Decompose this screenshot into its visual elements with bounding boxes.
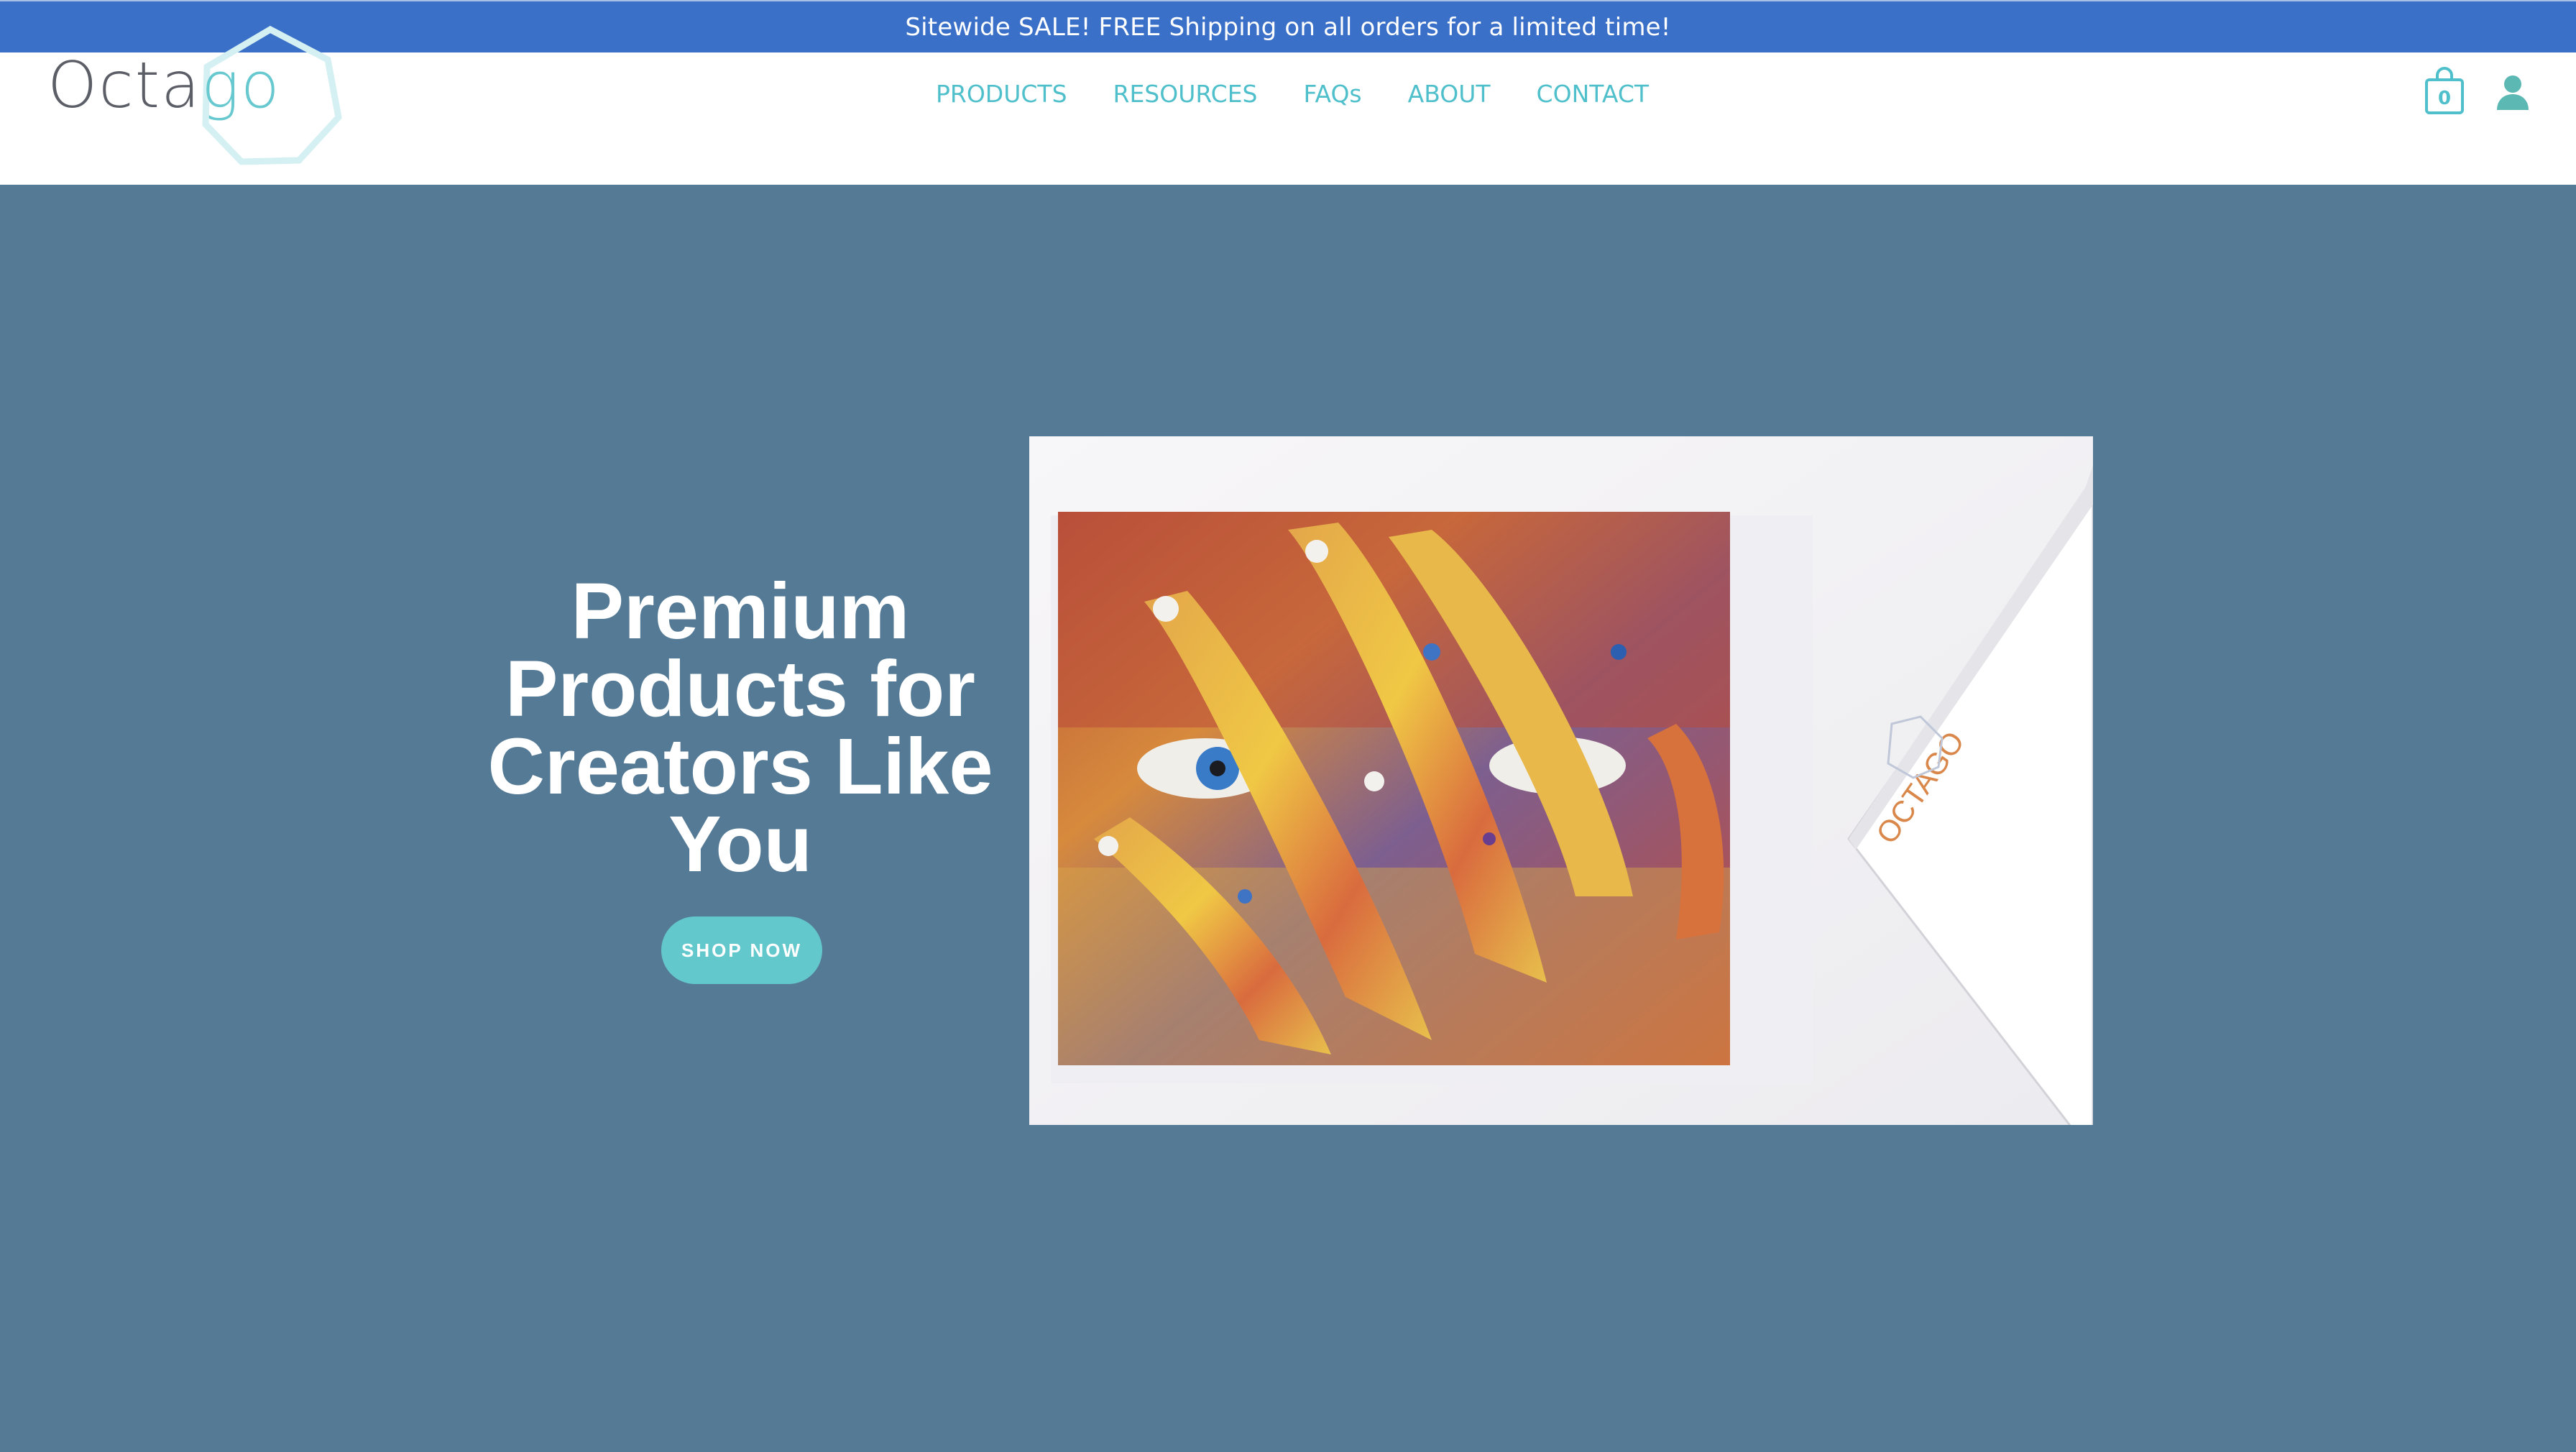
user-icon: [2497, 75, 2529, 110]
hero-section: Premium Products for Creators Like You S…: [0, 185, 2576, 1452]
nav-item-about[interactable]: ABOUT: [1408, 80, 1491, 109]
cart-count: 0: [2437, 88, 2452, 109]
nav-item-faqs[interactable]: FAQs: [1304, 80, 1362, 109]
painted-face-print-image: OCTAGO: [1029, 436, 2093, 1125]
logo-wordmark: Octago: [47, 54, 281, 117]
site-logo[interactable]: Octago: [47, 25, 342, 167]
announcement-bar: Sitewide SALE! FREE Shipping on all orde…: [0, 0, 2576, 52]
nav-item-resources[interactable]: RESOURCES: [1113, 80, 1258, 109]
logo-text-dark: Octa: [47, 48, 202, 122]
account-button[interactable]: [2493, 73, 2533, 113]
site-header: Octago PRODUCTS RESOURCES FAQs ABOUT CON…: [0, 25, 2576, 185]
hero-heading: Premium Products for Creators Like You: [487, 567, 993, 888]
hero-image: OCTAGO: [1029, 436, 2093, 1125]
cart-button[interactable]: 0: [2424, 67, 2465, 116]
nav-item-products[interactable]: PRODUCTS: [936, 80, 1067, 109]
main-nav: PRODUCTS RESOURCES FAQs ABOUT CONTACT: [936, 80, 1649, 109]
logo-text-teal: go: [201, 48, 281, 122]
announcement-text: Sitewide SALE! FREE Shipping on all orde…: [905, 12, 1671, 42]
nav-item-contact[interactable]: CONTACT: [1537, 80, 1650, 109]
shop-now-button[interactable]: SHOP NOW: [661, 916, 822, 984]
